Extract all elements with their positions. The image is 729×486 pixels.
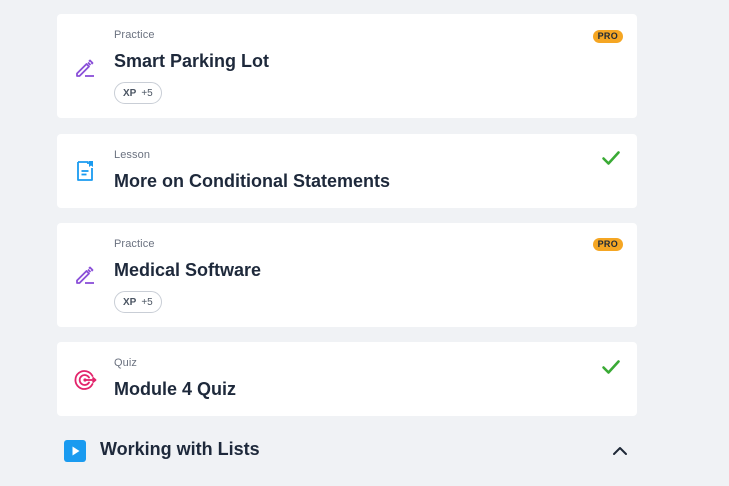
section-title: Working with Lists	[100, 439, 260, 459]
target-icon	[73, 368, 97, 392]
item-title[interactable]: Module 4 Quiz	[114, 379, 236, 400]
module-section-header[interactable]: Working with Lists	[57, 432, 637, 470]
xp-value: +5	[141, 296, 153, 308]
item-type-label: Practice	[114, 238, 155, 250]
pro-badge: PRO	[592, 238, 623, 251]
xp-label: XP	[123, 87, 137, 99]
practice-card-smart-parking-lot[interactable]: Practice Smart Parking Lot PRO XP +5	[57, 14, 637, 118]
xp-label: XP	[123, 296, 137, 308]
lesson-card-more-on-conditional-statements[interactable]: Lesson More on Conditional Statements	[57, 134, 637, 208]
checkmark-icon	[601, 148, 621, 168]
item-type-label: Practice	[114, 29, 155, 41]
item-type-label: Quiz	[114, 357, 138, 369]
item-type-label: Lesson	[114, 149, 151, 161]
chevron-up-icon[interactable]	[611, 442, 629, 460]
play-icon	[64, 440, 86, 462]
pro-badge: PRO	[592, 30, 623, 43]
item-title[interactable]: Medical Software	[114, 260, 261, 281]
lesson-document-icon	[73, 159, 97, 183]
xp-value: +5	[141, 87, 153, 99]
quiz-card-module-4-quiz[interactable]: Quiz Module 4 Quiz	[57, 342, 637, 416]
item-title[interactable]: Smart Parking Lot	[114, 51, 269, 72]
pencil-icon	[73, 263, 97, 287]
item-title[interactable]: More on Conditional Statements	[114, 171, 390, 192]
practice-card-medical-software[interactable]: Practice Medical Software PRO XP +5	[57, 223, 637, 327]
xp-reward-pill: XP +5	[114, 291, 162, 313]
checkmark-icon	[601, 357, 621, 377]
xp-reward-pill: XP +5	[114, 82, 162, 104]
pencil-icon	[73, 56, 97, 80]
